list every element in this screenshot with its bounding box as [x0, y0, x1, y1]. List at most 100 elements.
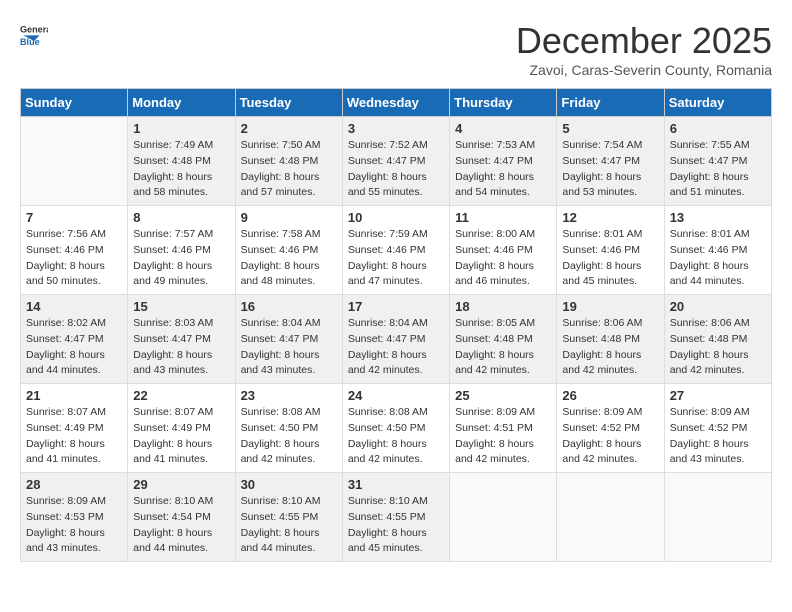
day-number: 18 — [455, 299, 551, 314]
day-info: Sunrise: 8:06 AMSunset: 4:48 PMDaylight:… — [670, 316, 766, 379]
day-info: Sunrise: 8:08 AMSunset: 4:50 PMDaylight:… — [348, 405, 444, 468]
day-header-friday: Friday — [557, 89, 664, 117]
day-cell: 22 Sunrise: 8:07 AMSunset: 4:49 PMDayligh… — [128, 384, 235, 473]
day-info: Sunrise: 8:02 AMSunset: 4:47 PMDaylight:… — [26, 316, 122, 379]
day-cell — [557, 473, 664, 562]
day-number: 29 — [133, 477, 229, 492]
week-row-2: 7Sunrise: 7:56 AMSunset: 4:46 PMDaylight… — [21, 206, 772, 295]
day-info: Sunrise: 8:09 AMSunset: 4:51 PMDaylight:… — [455, 405, 551, 468]
calendar-header-row: SundayMondayTuesdayWednesdayThursdayFrid… — [21, 89, 772, 117]
day-info: Sunrise: 7:52 AMSunset: 4:47 PMDaylight:… — [348, 138, 444, 201]
day-cell: 18Sunrise: 8:05 AMSunset: 4:48 PMDayligh… — [450, 295, 557, 384]
week-row-1: 1Sunrise: 7:49 AMSunset: 4:48 PMDaylight… — [21, 117, 772, 206]
day-number: 25 — [455, 388, 551, 403]
day-info: Sunrise: 7:49 AMSunset: 4:48 PMDaylight:… — [133, 138, 229, 201]
day-info: Sunrise: 7:57 AMSunset: 4:46 PMDaylight:… — [133, 227, 229, 290]
day-info: Sunrise: 8:07 AMSunset: 4:49 PMDaylight:… — [133, 405, 229, 468]
day-number: 7 — [26, 210, 122, 225]
day-info: Sunrise: 7:50 AMSunset: 4:48 PMDaylight:… — [241, 138, 337, 201]
title-block: December 2025 Zavoi, Caras-Severin Count… — [516, 20, 772, 78]
day-number: 8 — [133, 210, 229, 225]
day-number: 23 — [241, 388, 337, 403]
day-info: Sunrise: 8:01 AMSunset: 4:46 PMDaylight:… — [670, 227, 766, 290]
calendar-table: SundayMondayTuesdayWednesdayThursdayFrid… — [20, 88, 772, 562]
day-cell: 6Sunrise: 7:55 AMSunset: 4:47 PMDaylight… — [664, 117, 771, 206]
day-info: Sunrise: 8:00 AMSunset: 4:46 PMDaylight:… — [455, 227, 551, 290]
day-number: 13 — [670, 210, 766, 225]
day-cell: 8 Sunrise: 7:57 AMSunset: 4:46 PMDaylight… — [128, 206, 235, 295]
day-number: 24 — [348, 388, 444, 403]
day-cell: 26 Sunrise: 8:09 AMSunset: 4:52 PMDayligh… — [557, 384, 664, 473]
day-info: Sunrise: 8:06 AMSunset: 4:48 PMDaylight:… — [562, 316, 658, 379]
day-header-thursday: Thursday — [450, 89, 557, 117]
day-cell: 16 Sunrise: 8:04 AMSunset: 4:47 PMDayligh… — [235, 295, 342, 384]
day-number: 9 — [241, 210, 337, 225]
logo-icon: General Blue — [20, 20, 48, 48]
day-number: 14 — [26, 299, 122, 314]
day-cell: 13 Sunrise: 8:01 AMSunset: 4:46 PMDayligh… — [664, 206, 771, 295]
day-cell: 29 Sunrise: 8:10 AMSunset: 4:54 PMDayligh… — [128, 473, 235, 562]
day-cell — [21, 117, 128, 206]
day-info: Sunrise: 8:04 AMSunset: 4:47 PMDaylight:… — [348, 316, 444, 379]
day-info: Sunrise: 8:04 AMSunset: 4:47 PMDaylight:… — [241, 316, 337, 379]
day-info: Sunrise: 7:54 AMSunset: 4:47 PMDaylight:… — [562, 138, 658, 201]
svg-text:General: General — [20, 25, 48, 35]
day-number: 4 — [455, 121, 551, 136]
day-number: 28 — [26, 477, 122, 492]
day-info: Sunrise: 8:10 AMSunset: 4:54 PMDaylight:… — [133, 494, 229, 557]
day-info: Sunrise: 7:58 AMSunset: 4:46 PMDaylight:… — [241, 227, 337, 290]
day-cell: 28 Sunrise: 8:09 AMSunset: 4:53 PMDayligh… — [21, 473, 128, 562]
day-info: Sunrise: 8:10 AMSunset: 4:55 PMDaylight:… — [241, 494, 337, 557]
day-number: 16 — [241, 299, 337, 314]
day-number: 3 — [348, 121, 444, 136]
day-cell: 20 Sunrise: 8:06 AMSunset: 4:48 PMDayligh… — [664, 295, 771, 384]
day-cell: 17 Sunrise: 8:04 AMSunset: 4:47 PMDayligh… — [342, 295, 449, 384]
day-cell: 15 Sunrise: 8:03 AMSunset: 4:47 PMDayligh… — [128, 295, 235, 384]
day-info: Sunrise: 8:03 AMSunset: 4:47 PMDaylight:… — [133, 316, 229, 379]
day-cell: 31Sunrise: 8:10 AMSunset: 4:55 PMDayligh… — [342, 473, 449, 562]
day-cell — [664, 473, 771, 562]
week-row-5: 28 Sunrise: 8:09 AMSunset: 4:53 PMDayligh… — [21, 473, 772, 562]
day-number: 12 — [562, 210, 658, 225]
day-cell: 14 Sunrise: 8:02 AMSunset: 4:47 PMDayligh… — [21, 295, 128, 384]
day-cell: 3 Sunrise: 7:52 AMSunset: 4:47 PMDaylight… — [342, 117, 449, 206]
subtitle: Zavoi, Caras-Severin County, Romania — [516, 62, 772, 78]
day-info: Sunrise: 8:07 AMSunset: 4:49 PMDaylight:… — [26, 405, 122, 468]
day-header-saturday: Saturday — [664, 89, 771, 117]
day-number: 17 — [348, 299, 444, 314]
day-number: 5 — [562, 121, 658, 136]
day-number: 30 — [241, 477, 337, 492]
day-number: 31 — [348, 477, 444, 492]
day-info: Sunrise: 8:08 AMSunset: 4:50 PMDaylight:… — [241, 405, 337, 468]
day-cell: 5 Sunrise: 7:54 AMSunset: 4:47 PMDaylight… — [557, 117, 664, 206]
day-number: 20 — [670, 299, 766, 314]
day-cell: 23 Sunrise: 8:08 AMSunset: 4:50 PMDayligh… — [235, 384, 342, 473]
day-info: Sunrise: 8:09 AMSunset: 4:53 PMDaylight:… — [26, 494, 122, 557]
day-cell: 10Sunrise: 7:59 AMSunset: 4:46 PMDayligh… — [342, 206, 449, 295]
day-cell: 24 Sunrise: 8:08 AMSunset: 4:50 PMDayligh… — [342, 384, 449, 473]
day-cell: 21Sunrise: 8:07 AMSunset: 4:49 PMDayligh… — [21, 384, 128, 473]
day-cell: 7Sunrise: 7:56 AMSunset: 4:46 PMDaylight… — [21, 206, 128, 295]
day-number: 22 — [133, 388, 229, 403]
day-header-wednesday: Wednesday — [342, 89, 449, 117]
day-info: Sunrise: 8:01 AMSunset: 4:46 PMDaylight:… — [562, 227, 658, 290]
day-number: 11 — [455, 210, 551, 225]
logo: General Blue — [20, 20, 48, 48]
day-info: Sunrise: 8:09 AMSunset: 4:52 PMDaylight:… — [562, 405, 658, 468]
day-info: Sunrise: 7:55 AMSunset: 4:47 PMDaylight:… — [670, 138, 766, 201]
day-header-tuesday: Tuesday — [235, 89, 342, 117]
day-number: 10 — [348, 210, 444, 225]
day-number: 19 — [562, 299, 658, 314]
day-cell: 11 Sunrise: 8:00 AMSunset: 4:46 PMDayligh… — [450, 206, 557, 295]
day-number: 26 — [562, 388, 658, 403]
day-number: 15 — [133, 299, 229, 314]
svg-text:Blue: Blue — [20, 37, 40, 47]
day-cell — [450, 473, 557, 562]
day-cell: 1Sunrise: 7:49 AMSunset: 4:48 PMDaylight… — [128, 117, 235, 206]
week-row-3: 14 Sunrise: 8:02 AMSunset: 4:47 PMDayligh… — [21, 295, 772, 384]
day-info: Sunrise: 7:53 AMSunset: 4:47 PMDaylight:… — [455, 138, 551, 201]
main-title: December 2025 — [516, 20, 772, 62]
day-header-sunday: Sunday — [21, 89, 128, 117]
page-header: General Blue December 2025 Zavoi, Caras-… — [20, 20, 772, 78]
day-cell: 27Sunrise: 8:09 AMSunset: 4:52 PMDayligh… — [664, 384, 771, 473]
